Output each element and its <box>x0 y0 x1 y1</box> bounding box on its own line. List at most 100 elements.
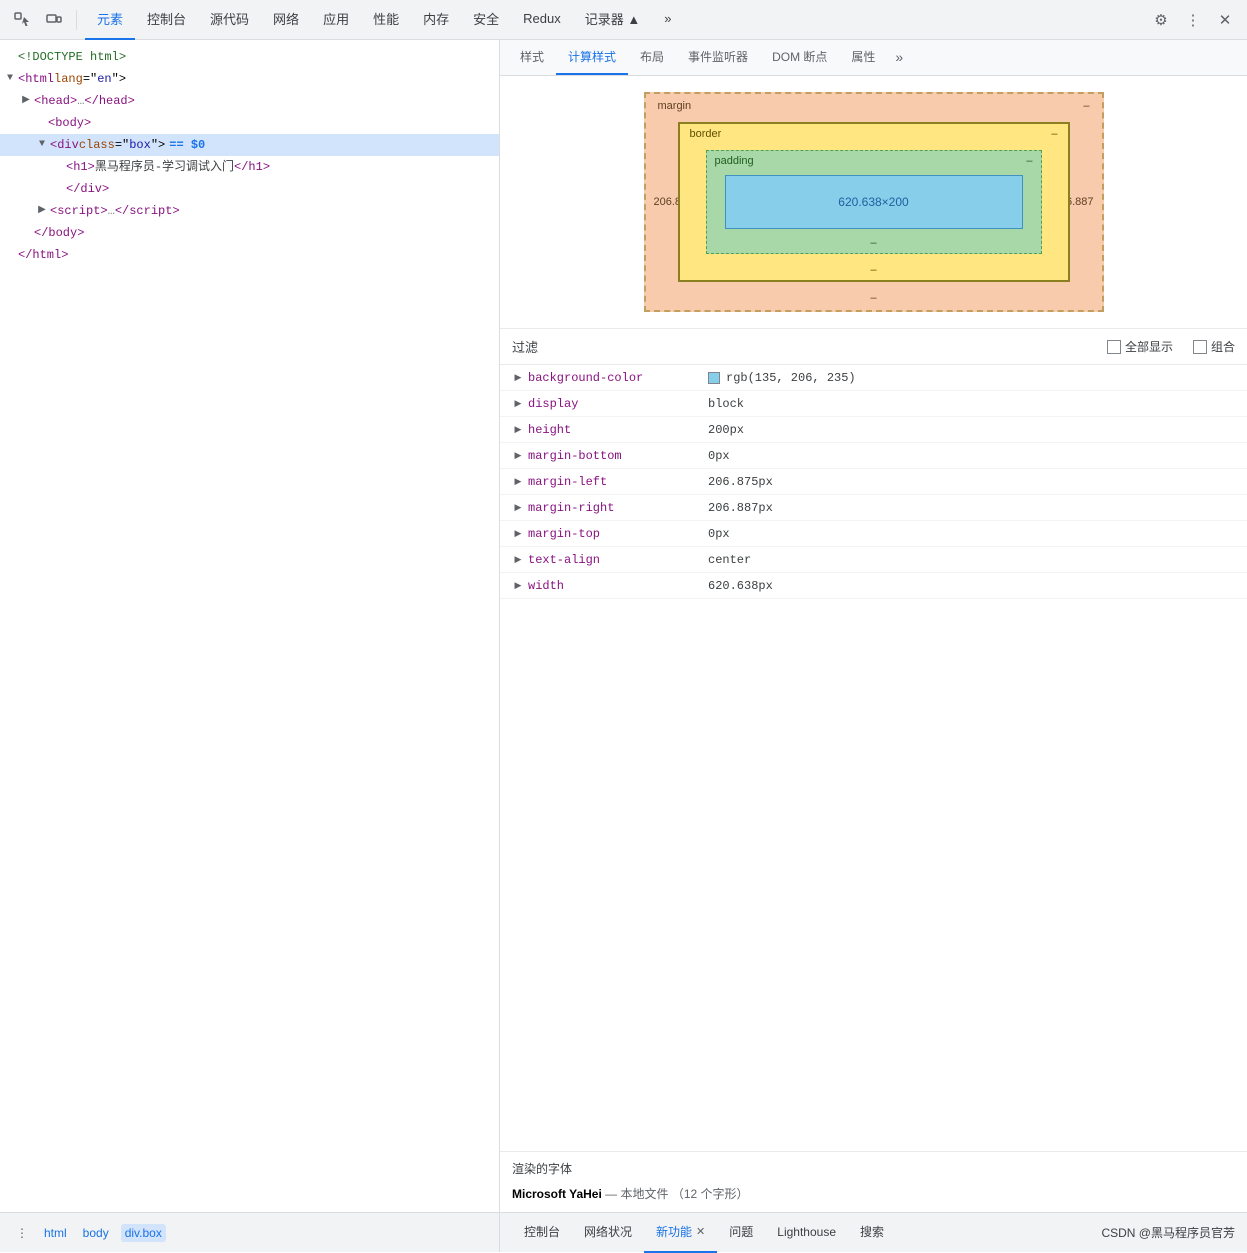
div-class-val: box <box>129 135 151 155</box>
tab-more[interactable]: » <box>652 0 683 40</box>
toolbar-right: ⚙ ⋮ ✕ <box>1147 6 1239 34</box>
margin-bottom-expand[interactable]: ▶ <box>512 450 524 462</box>
tab-layout[interactable]: 布局 <box>628 40 676 75</box>
tab-redux[interactable]: Redux <box>511 0 573 40</box>
toolbar-tabs: 元素 控制台 源代码 网络 应用 性能 内存 安全 Redux 记录器 ▲ » <box>85 0 1143 40</box>
computed-item-margin-right[interactable]: ▶ margin-right 206.887px <box>500 495 1247 521</box>
dom-div-close[interactable]: </div> <box>0 178 499 200</box>
html-close-tag: </html> <box>18 245 68 265</box>
tab-computed[interactable]: 计算样式 <box>556 40 628 75</box>
new-features-close-icon[interactable]: ✕ <box>696 1225 705 1238</box>
bottom-breadcrumb-area: ⋮ html body div.box <box>0 1213 500 1252</box>
filter-group[interactable]: 组合 <box>1193 338 1235 355</box>
tab-dom-breakpoints[interactable]: DOM 断点 <box>760 40 839 75</box>
body-close-tag: </body> <box>34 223 84 243</box>
h1-content: 黑马程序员-学习调试入门 <box>95 157 234 177</box>
tab-network[interactable]: 网络 <box>261 0 311 40</box>
margin-top-expand[interactable]: ▶ <box>512 528 524 540</box>
prop-height: height <box>528 423 708 437</box>
margin-right-expand[interactable]: ▶ <box>512 502 524 514</box>
breadcrumb-div-box[interactable]: div.box <box>121 1224 166 1242</box>
computed-item-width[interactable]: ▶ width 620.638px <box>500 573 1247 599</box>
device-toggle-icon[interactable] <box>40 6 68 34</box>
breadcrumb-body[interactable]: body <box>79 1224 113 1242</box>
tab-console[interactable]: 控制台 <box>135 0 198 40</box>
settings-icon[interactable]: ⚙ <box>1147 6 1175 34</box>
close-devtools-icon[interactable]: ✕ <box>1211 6 1239 34</box>
bottom-menu-icon[interactable]: ⋮ <box>8 1219 36 1247</box>
tab-performance[interactable]: 性能 <box>361 0 411 40</box>
html-expand-icon[interactable]: ▼ <box>4 73 16 85</box>
computed-item-display[interactable]: ▶ display block <box>500 391 1247 417</box>
tab-security[interactable]: 安全 <box>461 0 511 40</box>
dom-html-close[interactable]: </html> <box>0 244 499 266</box>
rendered-fonts-section: 渲染的字体 Microsoft YaHei — 本地文件 （12 个字形） <box>500 1151 1247 1212</box>
bg-color-swatch[interactable] <box>708 372 720 384</box>
tab-more-right[interactable]: » <box>887 40 911 75</box>
bg-color-expand[interactable]: ▶ <box>512 372 524 384</box>
text-align-expand[interactable]: ▶ <box>512 554 524 566</box>
margin-label: margin <box>658 100 692 112</box>
padding-top-val: – <box>1026 155 1032 167</box>
bottom-tab-new-features[interactable]: 新功能 ✕ <box>644 1213 717 1253</box>
val-margin-bottom: 0px <box>708 449 730 463</box>
right-tabs: 样式 计算样式 布局 事件监听器 DOM 断点 属性 » <box>500 40 1247 76</box>
div-class-attr: class <box>79 135 115 155</box>
tab-application[interactable]: 应用 <box>311 0 361 40</box>
breadcrumb-html[interactable]: html <box>40 1224 71 1242</box>
group-label: 组合 <box>1211 338 1235 355</box>
head-tag: <head> <box>34 91 77 111</box>
group-checkbox[interactable] <box>1193 340 1207 354</box>
dom-script[interactable]: ▶ <script> … </script> <box>0 200 499 222</box>
div-tag-close: </div> <box>66 179 109 199</box>
bottom-tab-console[interactable]: 控制台 <box>512 1213 572 1253</box>
margin-left-expand[interactable]: ▶ <box>512 476 524 488</box>
script-expand-icon[interactable]: ▶ <box>36 205 48 217</box>
head-ellipsis: … <box>77 91 84 111</box>
filter-all-display[interactable]: 全部显示 <box>1107 338 1173 355</box>
div-expand-icon[interactable]: ▼ <box>36 139 48 151</box>
prop-text-align: text-align <box>528 553 708 567</box>
dom-head[interactable]: ▶ <head> … </head> <box>0 90 499 112</box>
dom-html[interactable]: ▼ <html lang =" en "> <box>0 68 499 90</box>
inspect-element-icon[interactable] <box>8 6 36 34</box>
computed-item-height[interactable]: ▶ height 200px <box>500 417 1247 443</box>
tab-properties[interactable]: 属性 <box>839 40 887 75</box>
box-model-diagram: margin – 206.875 206.887 – border – – pa… <box>644 92 1104 312</box>
dom-panel: <!DOCTYPE html> ▼ <html lang =" en "> ▶ … <box>0 40 500 1212</box>
all-display-checkbox[interactable] <box>1107 340 1121 354</box>
tab-memory[interactable]: 内存 <box>411 0 461 40</box>
padding-bottom-val: – <box>870 237 876 249</box>
border-top-val: – <box>1051 128 1057 140</box>
bottom-tab-issues[interactable]: 问题 <box>717 1213 765 1253</box>
dom-body[interactable]: ▼ <body> <box>0 112 499 134</box>
box-content: 620.638×200 <box>725 175 1023 229</box>
bottom-tab-search[interactable]: 搜索 <box>848 1213 896 1253</box>
dom-div-box[interactable]: ▼ <div class =" box "> == $0 <box>0 134 499 156</box>
computed-item-text-align[interactable]: ▶ text-align center <box>500 547 1247 573</box>
display-expand[interactable]: ▶ <box>512 398 524 410</box>
height-expand[interactable]: ▶ <box>512 424 524 436</box>
more-options-icon[interactable]: ⋮ <box>1179 6 1207 34</box>
computed-item-margin-left[interactable]: ▶ margin-left 206.875px <box>500 469 1247 495</box>
top-toolbar: 元素 控制台 源代码 网络 应用 性能 内存 安全 Redux 记录器 ▲ » … <box>0 0 1247 40</box>
bottom-tab-lighthouse[interactable]: Lighthouse <box>765 1213 848 1253</box>
html-lang-attr: lang <box>54 69 83 89</box>
width-expand[interactable]: ▶ <box>512 580 524 592</box>
tab-elements[interactable]: 元素 <box>85 0 135 40</box>
tab-styles[interactable]: 样式 <box>508 40 556 75</box>
bottom-tab-network-status[interactable]: 网络状况 <box>572 1213 644 1253</box>
rendered-fonts-title: 渲染的字体 <box>512 1160 1235 1177</box>
dom-body-close[interactable]: </body> <box>0 222 499 244</box>
bottom-tabs-area: 控制台 网络状况 新功能 ✕ 问题 Lighthouse 搜索 CSDN @黑马… <box>500 1213 1247 1252</box>
head-expand-icon[interactable]: ▶ <box>20 95 32 107</box>
dom-h1[interactable]: <h1> 黑马程序员-学习调试入门 </h1> <box>0 156 499 178</box>
body-tag: <body> <box>48 113 91 133</box>
tab-sources[interactable]: 源代码 <box>198 0 261 40</box>
computed-item-margin-bottom[interactable]: ▶ margin-bottom 0px <box>500 443 1247 469</box>
computed-item-bg-color[interactable]: ▶ background-color rgb(135, 206, 235) <box>500 365 1247 391</box>
computed-item-margin-top[interactable]: ▶ margin-top 0px <box>500 521 1247 547</box>
tab-recorder[interactable]: 记录器 ▲ <box>573 0 652 40</box>
dom-doctype[interactable]: <!DOCTYPE html> <box>0 46 499 68</box>
tab-event-listeners[interactable]: 事件监听器 <box>676 40 760 75</box>
